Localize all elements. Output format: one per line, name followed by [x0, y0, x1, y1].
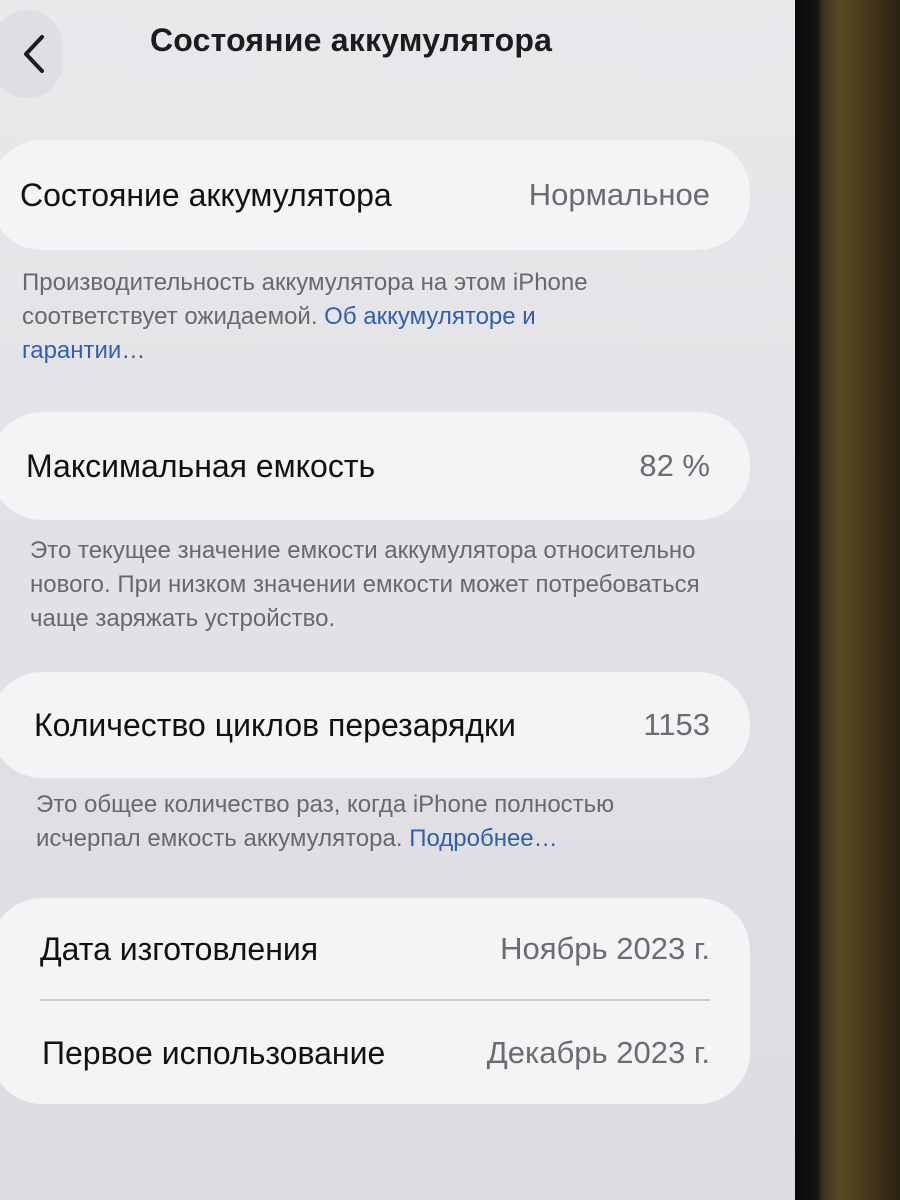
max-capacity-row: Максимальная емкость 82 %	[0, 412, 750, 520]
cycle-count-card: Количество циклов перезарядки 1153	[0, 672, 750, 778]
max-capacity-footnote: Это текущее значение емкости аккумулятор…	[30, 537, 700, 632]
cycle-count-label: Количество циклов перезарядки	[34, 706, 516, 743]
back-button[interactable]	[0, 10, 62, 98]
cycle-more-link[interactable]: Подробнее…	[409, 825, 557, 852]
cycle-count-footnote: Это общее количество раз, когда iPhone п…	[36, 788, 716, 856]
nav-bar: Состояние аккумулятора	[0, 0, 795, 98]
manufacture-date-row: Дата изготовления Ноябрь 2023 г.	[0, 898, 750, 1000]
max-capacity-label: Максимальная емкость	[26, 447, 376, 484]
battery-health-row: Состояние аккумулятора Нормальное	[0, 140, 750, 250]
max-capacity-value: 82 %	[639, 448, 710, 483]
battery-health-screen: Состояние аккумулятора Состояние аккумул…	[0, 0, 795, 1200]
first-use-value: Декабрь 2023 г.	[486, 1035, 710, 1070]
cycle-count-row: Количество циклов перезарядки 1153	[0, 672, 750, 778]
max-capacity-card: Максимальная емкость 82 %	[0, 412, 750, 520]
battery-health-label: Состояние аккумулятора	[20, 176, 392, 213]
device-frame-edge	[795, 0, 900, 1200]
dates-divider	[40, 999, 710, 1001]
first-use-row: Первое использование Декабрь 2023 г.	[0, 1002, 750, 1104]
cycle-count-value: 1153	[643, 707, 710, 742]
battery-health-footnote: Производительность аккумулятора на этом …	[22, 266, 662, 368]
dates-card: Дата изготовления Ноябрь 2023 г. Первое …	[0, 898, 750, 1104]
battery-health-value: Нормальное	[528, 177, 710, 212]
chevron-left-icon	[24, 35, 44, 73]
battery-health-card: Состояние аккумулятора Нормальное	[0, 140, 750, 250]
manufacture-date-value: Ноябрь 2023 г.	[500, 931, 710, 966]
first-use-label: Первое использование	[42, 1034, 386, 1071]
manufacture-date-label: Дата изготовления	[40, 930, 319, 967]
page-title: Состояние аккумулятора	[150, 22, 553, 58]
